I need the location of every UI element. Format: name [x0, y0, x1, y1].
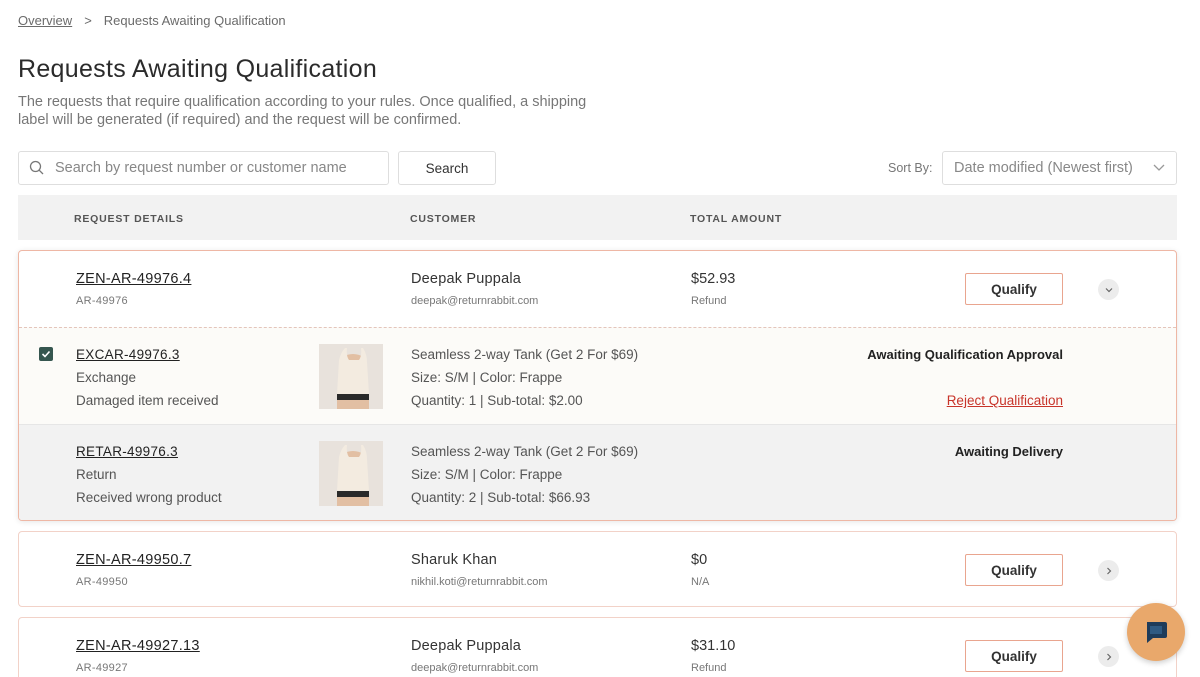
- breadcrumb-overview-link[interactable]: Overview: [18, 13, 72, 28]
- item-type: Return: [76, 467, 117, 482]
- expand-toggle[interactable]: [1098, 560, 1119, 581]
- chat-icon: [1147, 622, 1167, 643]
- request-card: ZEN-AR-49950.7 AR-49950 Sharuk Khan nikh…: [18, 531, 1177, 607]
- chat-button[interactable]: [1127, 603, 1185, 661]
- amount-type: Refund: [691, 662, 727, 674]
- item-status: Awaiting Delivery: [954, 444, 1063, 459]
- tank-top-image: [319, 441, 383, 506]
- request-item-row: RETAR-49976.3 Return Received wrong prod…: [19, 424, 1176, 520]
- product-thumbnail: [319, 441, 383, 506]
- reject-qualification-link[interactable]: Reject Qualification: [947, 393, 1063, 408]
- customer-name: Deepak Puppala: [411, 271, 522, 287]
- request-sub-id: AR-49927: [76, 662, 128, 674]
- customer-name: Sharuk Khan: [411, 552, 498, 568]
- chevron-right-icon: [1106, 567, 1111, 574]
- request-card: ZEN-AR-49976.4 AR-49976 Deepak Puppala d…: [18, 250, 1177, 521]
- product-quantity: Quantity: 1 | Sub-total: $2.00: [411, 393, 583, 408]
- search-button[interactable]: Search: [398, 151, 496, 185]
- request-main-row: ZEN-AR-49950.7 AR-49950 Sharuk Khan nikh…: [19, 532, 1176, 608]
- item-reason: Received wrong product: [76, 490, 222, 505]
- search-input[interactable]: [55, 160, 355, 176]
- search-box[interactable]: [18, 151, 389, 185]
- item-type: Exchange: [76, 370, 137, 385]
- column-header-customer: CUSTOMER: [410, 213, 477, 225]
- item-checkbox[interactable]: [39, 347, 53, 361]
- breadcrumb-current: Requests Awaiting Qualification: [103, 13, 286, 28]
- customer-email: deepak@returnrabbit.com: [411, 295, 539, 307]
- checkmark-icon: [41, 350, 51, 358]
- customer-email: deepak@returnrabbit.com: [411, 662, 539, 674]
- qualify-button[interactable]: Qualify: [965, 273, 1063, 305]
- sort-label: Sort By:: [888, 161, 933, 175]
- item-status: Awaiting Qualification Approval: [867, 347, 1063, 362]
- page-title: Requests Awaiting Qualification: [18, 55, 378, 83]
- product-name: Seamless 2-way Tank (Get 2 For $69): [411, 444, 639, 459]
- collapse-toggle[interactable]: [1098, 279, 1119, 300]
- chevron-down-icon: [1153, 164, 1165, 171]
- customer-email: nikhil.koti@returnrabbit.com: [411, 576, 548, 588]
- page-description: The requests that require qualification …: [18, 94, 587, 128]
- chevron-down-icon: [1105, 287, 1112, 292]
- sort-selected-value: Date modified (Newest first): [954, 160, 1133, 176]
- request-id-link[interactable]: ZEN-AR-49927.13: [76, 638, 200, 654]
- qualify-button[interactable]: Qualify: [965, 554, 1063, 586]
- total-amount: $52.93: [691, 271, 736, 287]
- breadcrumb-separator: >: [84, 13, 92, 28]
- request-main-row: ZEN-AR-49976.4 AR-49976 Deepak Puppala d…: [19, 251, 1176, 327]
- amount-type: Refund: [691, 295, 727, 307]
- search-icon: [29, 160, 44, 175]
- request-main-row: ZEN-AR-49927.13 AR-49927 Deepak Puppala …: [19, 618, 1176, 677]
- tank-top-image: [319, 344, 383, 409]
- product-quantity: Quantity: 2 | Sub-total: $66.93: [411, 490, 591, 505]
- breadcrumb: Overview > Requests Awaiting Qualificati…: [18, 13, 286, 28]
- expand-toggle[interactable]: [1098, 646, 1119, 667]
- sort-select[interactable]: Date modified (Newest first): [942, 151, 1177, 185]
- column-header-total-amount: TOTAL AMOUNT: [690, 213, 783, 225]
- table-header: REQUEST DETAILS CUSTOMER TOTAL AMOUNT: [18, 195, 1177, 240]
- amount-type: N/A: [691, 576, 710, 588]
- total-amount: $0: [691, 552, 708, 568]
- product-name: Seamless 2-way Tank (Get 2 For $69): [411, 347, 639, 362]
- request-card: ZEN-AR-49927.13 AR-49927 Deepak Puppala …: [18, 617, 1177, 677]
- product-thumbnail: [319, 344, 383, 409]
- request-sub-id: AR-49976: [76, 295, 128, 307]
- customer-name: Deepak Puppala: [411, 638, 522, 654]
- item-id-link[interactable]: RETAR-49976.3: [76, 444, 178, 459]
- item-id-link[interactable]: EXCAR-49976.3: [76, 347, 180, 362]
- column-header-request-details: REQUEST DETAILS: [74, 213, 184, 225]
- item-reason: Damaged item received: [76, 393, 219, 408]
- product-attributes: Size: S/M | Color: Frappe: [411, 370, 563, 385]
- product-attributes: Size: S/M | Color: Frappe: [411, 467, 563, 482]
- total-amount: $31.10: [691, 638, 736, 654]
- request-sub-id: AR-49950: [76, 576, 128, 588]
- qualify-button[interactable]: Qualify: [965, 640, 1063, 672]
- chevron-right-icon: [1106, 653, 1111, 660]
- request-id-link[interactable]: ZEN-AR-49976.4: [76, 271, 191, 287]
- request-item-row: EXCAR-49976.3 Exchange Damaged item rece…: [19, 327, 1176, 424]
- request-id-link[interactable]: ZEN-AR-49950.7: [76, 552, 191, 568]
